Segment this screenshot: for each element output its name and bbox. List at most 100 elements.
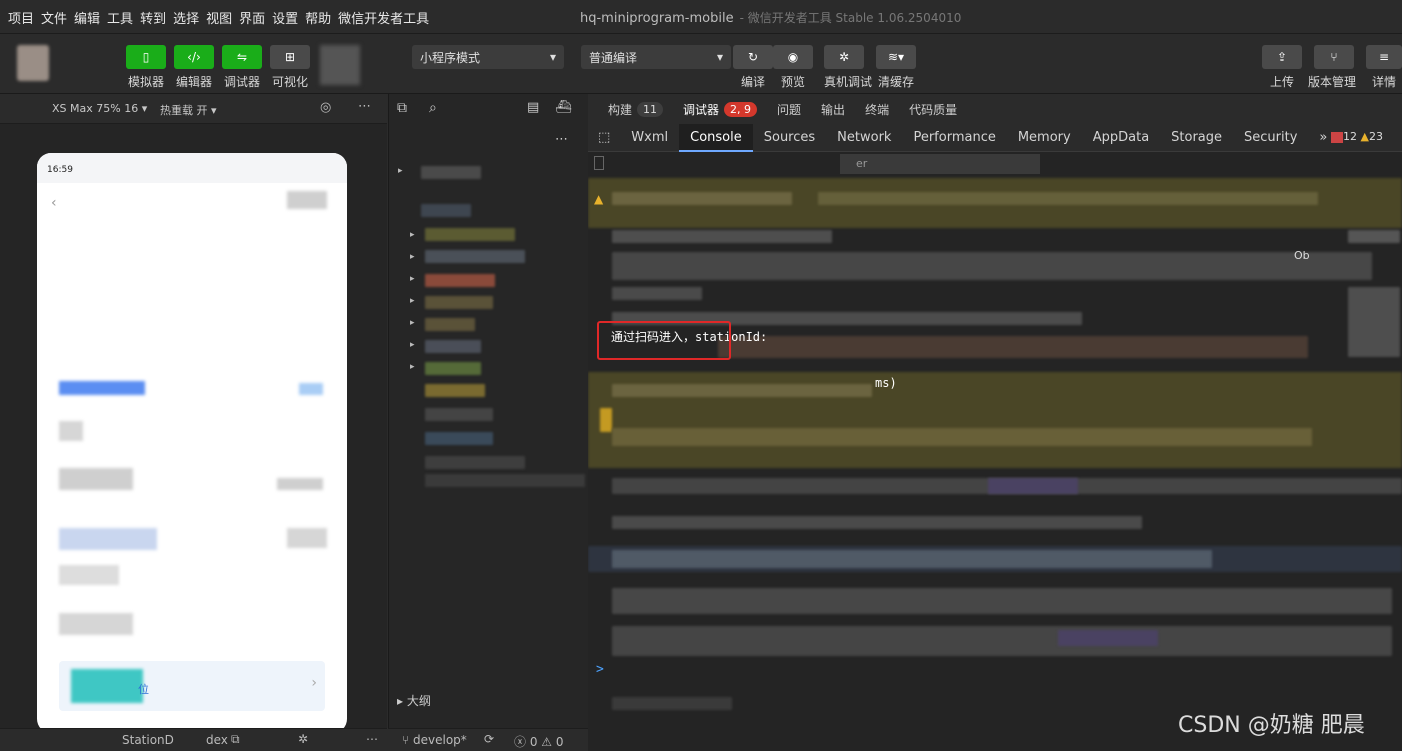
visual-toggle-button[interactable]: ⊞ 可视化 — [270, 45, 310, 90]
hot-reload-toggle[interactable]: 热重载 开 ▾ — [160, 102, 217, 118]
more-icon[interactable]: ⋯ — [555, 132, 568, 147]
tab-code-quality[interactable]: 代码质量 — [909, 101, 957, 118]
problems-indicator[interactable]: ⓧ 0 ⚠ 0 — [514, 733, 564, 750]
menu-interface[interactable]: 界面 — [239, 8, 265, 27]
details-label: 详情 — [1371, 75, 1396, 89]
bug-icon: ✲ — [824, 45, 864, 69]
tab-build[interactable]: 构建 11 — [608, 101, 664, 118]
avatar[interactable] — [17, 45, 49, 81]
clear-cache-button[interactable]: ≋▾ 清缓存 — [876, 45, 916, 90]
error-count: 12 — [1343, 130, 1357, 143]
compile-mode-select[interactable]: 普通编译 ▾ — [581, 45, 731, 69]
menu-goto[interactable]: 转到 — [140, 8, 166, 27]
chevron-right-icon[interactable]: ▸ — [410, 230, 415, 240]
simulator-toggle-button[interactable]: ▯ 模拟器 — [126, 45, 166, 90]
debugger-label: 调试器 — [223, 75, 260, 89]
tab-debugger-label: 调试器 — [683, 102, 720, 117]
simulator-toolbar: XS Max 75% 16 ▾ 热重载 开 ▾ ◎ ⋯ — [0, 94, 387, 124]
docker-icon[interactable]: ⛴ — [555, 100, 572, 115]
sync-icon[interactable]: ⟳ — [484, 732, 494, 746]
copy-icon[interactable]: ⧉ — [231, 732, 240, 747]
error-count: 0 — [529, 735, 538, 749]
tab-network[interactable]: Network — [826, 124, 902, 152]
more-icon[interactable]: ⋯ — [366, 732, 378, 746]
tab-performance[interactable]: Performance — [902, 124, 1006, 152]
chevron-right-icon[interactable]: ▸ — [398, 166, 403, 176]
chevron-right-icon[interactable]: ▸ — [410, 362, 415, 372]
menu-view[interactable]: 视图 — [206, 8, 232, 27]
tab-console[interactable]: Console — [679, 123, 753, 152]
files-icon[interactable]: ⧉ — [397, 100, 407, 116]
list-item[interactable]: 位 › — [59, 661, 325, 711]
menu-project[interactable]: 项目 — [8, 8, 34, 27]
refresh-icon: ↻ — [733, 45, 773, 69]
tab-issues[interactable]: 问题 — [777, 101, 801, 118]
csdn-watermark: CSDN @奶糖 肥晨 — [1178, 713, 1365, 738]
tab-sources[interactable]: Sources — [753, 124, 826, 152]
project-name: hq-miniprogram-mobile — [580, 11, 734, 26]
chevron-right-icon[interactable]: ▸ — [410, 252, 415, 262]
real-device-debug-button[interactable]: ✲ 真机调试 — [824, 45, 872, 90]
debugger-toggle-button[interactable]: ⇋ 调试器 — [222, 45, 262, 90]
menu-tools[interactable]: 工具 — [107, 8, 133, 27]
preview-button[interactable]: ◉ 预览 — [773, 45, 813, 90]
page-path-suffix: dex — [206, 733, 228, 747]
eye-icon: ◉ — [773, 45, 813, 69]
chevron-right-icon[interactable]: ▸ — [410, 296, 415, 306]
tab-debugger[interactable]: 调试器 2, 9 — [683, 101, 758, 118]
compile-select-value: 普通编译 — [589, 50, 638, 65]
tab-appdata[interactable]: AppData — [1082, 124, 1160, 152]
chevron-right-icon[interactable]: ▸ — [410, 340, 415, 350]
menu-wechat-devtools[interactable]: 微信开发者工具 — [338, 8, 429, 27]
editor-label: 编辑器 — [175, 75, 212, 89]
compile-button[interactable]: ↻ 编译 — [733, 45, 773, 90]
chevron-right-icon[interactable]: ▸ — [410, 274, 415, 284]
menu-file[interactable]: 文件 — [41, 8, 67, 27]
menu-select[interactable]: 选择 — [173, 8, 199, 27]
outline-section[interactable]: ▸ 大纲 — [397, 692, 431, 709]
tab-output[interactable]: 输出 — [821, 101, 845, 118]
app-version: - 微信开发者工具 Stable 1.06.2504010 — [739, 11, 962, 25]
more-icon[interactable]: ⋯ — [358, 99, 371, 114]
chevron-right-icon[interactable]: ▸ — [410, 318, 415, 328]
tab-security[interactable]: Security — [1233, 124, 1308, 152]
warning-icon: ▲ — [594, 192, 604, 206]
clear-console-icon[interactable] — [594, 156, 604, 170]
details-button[interactable]: ≡ 详情 — [1366, 45, 1402, 90]
menu-icon: ≡ — [1366, 45, 1402, 69]
cloud-dev-button[interactable] — [320, 45, 360, 85]
error-icon — [1331, 131, 1343, 143]
tab-terminal[interactable]: 终端 — [865, 101, 889, 118]
tab-wxml[interactable]: Wxml — [620, 124, 679, 152]
tab-memory[interactable]: Memory — [1007, 124, 1082, 152]
visual-label: 可视化 — [271, 75, 308, 89]
layout-icon[interactable]: ▤ — [527, 100, 539, 115]
tab-storage[interactable]: Storage — [1160, 124, 1233, 152]
page-path[interactable]: StationD — [122, 733, 174, 747]
back-icon[interactable]: ‹ — [51, 195, 57, 211]
console-filter-input[interactable]: er — [840, 154, 1040, 174]
inspect-icon[interactable]: ⬚ — [588, 124, 620, 152]
git-branch[interactable]: ⑂ develop* — [402, 733, 467, 747]
console-prompt[interactable]: > — [596, 662, 604, 677]
record-icon[interactable]: ◎ — [320, 100, 331, 115]
branch-name: develop* — [413, 733, 467, 747]
scene-icon[interactable]: ✲ — [298, 732, 308, 746]
menu-settings[interactable]: 设置 — [272, 8, 298, 27]
warning-icon: ▲ — [1360, 130, 1369, 143]
menu-help[interactable]: 帮助 — [305, 8, 331, 27]
search-icon[interactable]: ⌕ — [429, 100, 437, 116]
upload-button[interactable]: ⇪ 上传 — [1262, 45, 1302, 90]
caret-down-icon: ▾ — [716, 50, 723, 64]
simulator-label: 模拟器 — [127, 75, 164, 89]
editor-toggle-button[interactable]: ‹/› 编辑器 — [174, 45, 214, 90]
layout-icon: ⊞ — [270, 45, 310, 69]
status-bar-left: ⑂ develop* ⟳ ⓧ 0 ⚠ 0 — [388, 728, 588, 751]
mode-select[interactable]: 小程序模式 ▾ — [412, 45, 564, 69]
version-control-button[interactable]: ⑂ 版本管理 — [1308, 45, 1356, 90]
menu-edit[interactable]: 编辑 — [74, 8, 100, 27]
error-counter[interactable]: 12 ▲23 — [1331, 130, 1383, 143]
device-select[interactable]: XS Max 75% 16 ▾ — [52, 102, 147, 115]
compile-label: 编译 — [740, 75, 765, 89]
console-timing-fragment: ms) — [875, 376, 897, 390]
